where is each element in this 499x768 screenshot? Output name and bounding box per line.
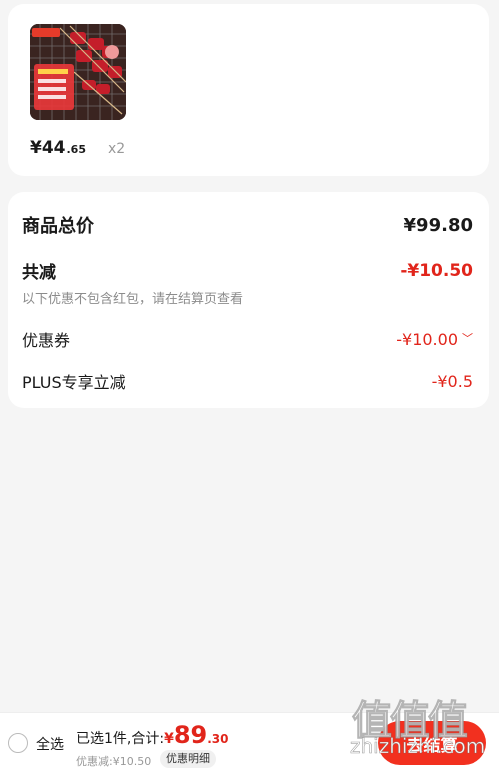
plus-discount-label: PLUS专享立减 [22, 373, 126, 392]
selected-summary-text: 已选1件,合计: [76, 731, 165, 747]
product-price-decimal: .65 [66, 143, 87, 156]
select-all-radio[interactable] [8, 733, 28, 753]
discount-amount: 优惠减:¥10.50 [76, 755, 152, 768]
reduction-row: 共减 -¥10.50 [22, 258, 473, 284]
total-currency: ¥ [164, 731, 174, 747]
product-price: ¥44.65 [30, 138, 86, 158]
total-value: ¥99.80 [403, 214, 473, 236]
discount-note: 以下优惠不包含红包，请在结算页查看 [22, 292, 244, 307]
total-amount-decimal: .30 [207, 732, 229, 746]
total-row: 商品总价 ¥99.80 [22, 212, 473, 238]
discount-detail-button[interactable]: 优惠明细 [160, 750, 216, 768]
product-card: ¥44.65 x2 [8, 4, 489, 176]
checkout-button[interactable]: 去结算 [378, 721, 486, 765]
reduction-label: 共减 [22, 263, 56, 283]
product-price-integer: ¥44 [30, 138, 66, 158]
coupon-value: -¥10.00 [396, 329, 458, 349]
select-all-label[interactable]: 全选 [36, 734, 64, 754]
selected-summary: 已选1件,合计: ¥ 89 .30 [76, 723, 229, 748]
plus-discount-row: PLUS专享立减 -¥0.5 [22, 369, 473, 393]
coupon-value-wrap: -¥10.00 ﹀ [396, 330, 473, 349]
chevron-down-icon: ﹀ [462, 332, 473, 345]
checkout-bar: 全选 已选1件,合计: ¥ 89 .30 优惠减:¥10.50 优惠明细 去结算 [0, 712, 499, 768]
coupon-label: 优惠券 [22, 331, 71, 350]
total-label: 商品总价 [22, 216, 94, 237]
price-summary-card: 商品总价 ¥99.80 共减 -¥10.50 以下优惠不包含红包，请在结算页查看… [8, 192, 489, 408]
product-thumbnail[interactable] [30, 24, 126, 120]
grilled-meat-skewers-image [30, 24, 126, 120]
cart-page: ¥44.65 x2 商品总价 ¥99.80 共减 -¥10.50 以下优惠不包含… [0, 0, 499, 768]
plus-discount-value: -¥0.5 [431, 371, 473, 391]
reduction-value: -¥10.50 [400, 260, 473, 281]
coupon-row[interactable]: 优惠券 -¥10.00 ﹀ [22, 327, 473, 351]
total-amount-integer: 89 [173, 721, 208, 749]
product-quantity: x2 [108, 141, 126, 157]
